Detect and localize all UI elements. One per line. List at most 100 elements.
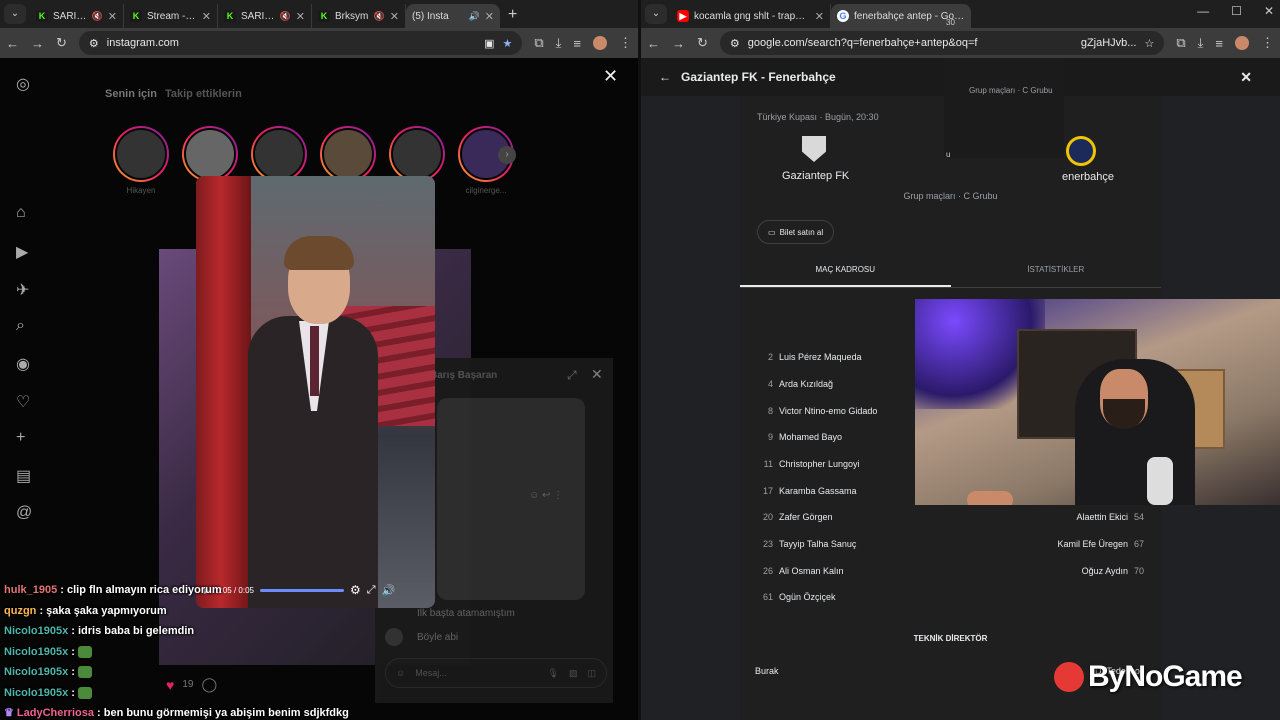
mute-icon[interactable]: 🔇 xyxy=(280,11,291,22)
story-item[interactable]: Hikayen xyxy=(113,126,169,195)
reload-icon[interactable]: ↻ xyxy=(56,35,67,51)
tab-youtube[interactable]: ▶ kocamla gng shlt - trapkiziii ft ✕ xyxy=(671,4,831,28)
story-avatar xyxy=(253,128,305,180)
address-bar[interactable]: ⚙ instagram.com ▣ ★ xyxy=(78,31,523,55)
competition-info: Türkiye Kupası · Bugün, 20:30 xyxy=(757,112,879,122)
bookmark-star-icon[interactable]: ☆ xyxy=(1144,37,1154,50)
tab-lineup[interactable]: MAÇ KADROSU xyxy=(740,256,951,287)
forward-icon[interactable]: → xyxy=(672,36,685,51)
dm-title: Barış Başaran xyxy=(430,370,498,381)
microphone-icon[interactable]: 🎙 xyxy=(548,668,559,679)
message-input[interactable]: ☺ Mesaj... 🎙 ▧ ◫ xyxy=(385,658,607,688)
expand-icon[interactable]: ⤢ xyxy=(567,368,577,383)
tab-following[interactable]: Takip ettiklerin xyxy=(165,88,242,100)
chat-message: ♛ LadyCherriosa : ben bunu görmemişi ya … xyxy=(4,707,349,719)
site-info-icon[interactable]: ⚙ xyxy=(89,37,99,50)
emote-icon xyxy=(77,645,92,658)
tab-4[interactable]: K Brksym 🔇 ✕ xyxy=(312,4,406,28)
profile-avatar[interactable] xyxy=(593,36,607,50)
away-lineup-row[interactable]: Kamil Efe Üregen 67 xyxy=(1057,539,1144,549)
tab-5-instagram[interactable]: ◎(5) Insta🔊✕ xyxy=(0,4,500,70)
close-chat-icon[interactable]: ✕ xyxy=(591,366,603,383)
image-icon[interactable]: ▧ xyxy=(569,668,578,679)
away-lineup-row[interactable]: Oğuz Aydın 70 xyxy=(1082,566,1144,576)
close-modal-icon[interactable]: ✕ xyxy=(603,66,618,87)
emote-icon xyxy=(77,686,92,699)
left-tab-strip: ⌄ KSARIFOV🔇✕ KStream - Kick✕ KSARIFOV🔇✕ … xyxy=(0,0,638,70)
forward-icon[interactable]: → xyxy=(31,36,44,51)
lineup-row[interactable]: 61 Ogün Özçiçek xyxy=(757,592,1144,602)
tab-search-button[interactable]: ⌄ xyxy=(4,4,26,24)
tab-2[interactable]: KStream - Kick✕ xyxy=(124,4,218,28)
search-icon[interactable]: ⌕ xyxy=(16,317,25,335)
address-bar[interactable]: ⚙ google.com/search?q=fenerbahçe+antep&o… xyxy=(719,31,1165,55)
chat-message: Nicolo1905x : idris baba bi gelemdin xyxy=(4,625,195,637)
media-icon[interactable]: ≡ xyxy=(573,36,581,51)
explore-icon[interactable]: ◉ xyxy=(16,354,30,374)
tab-search-button[interactable]: ⌄ xyxy=(645,4,667,24)
video-player[interactable]: ▶ 0:05 / 0:05 ⚙ ⤢ 🔊 xyxy=(196,176,435,608)
story-ring xyxy=(251,126,307,182)
tab-stats[interactable]: İSTATİSTİKLER xyxy=(951,256,1162,287)
profile-avatar[interactable] xyxy=(1235,36,1249,50)
story-next-button[interactable]: › xyxy=(498,146,516,164)
mute-icon[interactable]: 🔇 xyxy=(92,11,103,22)
close-tab-icon[interactable]: ✕ xyxy=(108,10,117,23)
minimize-icon[interactable]: — xyxy=(1197,4,1209,18)
extensions-icon[interactable]: ⧉ xyxy=(1176,35,1185,51)
back-arrow-icon[interactable]: ← xyxy=(659,70,671,84)
speaker-icon[interactable]: 🔊 xyxy=(469,11,480,22)
left-toolbar: ← → ↻ ⚙ instagram.com ▣ ★ ⧉ ⤓ ≡ ⋮ xyxy=(0,28,638,58)
reels-icon[interactable]: ▶ xyxy=(16,242,28,262)
home-team[interactable]: Gaziantep FK xyxy=(782,170,849,182)
extensions-icon[interactable]: ⧉ xyxy=(534,35,543,51)
maximize-icon[interactable]: ☐ xyxy=(1231,4,1242,18)
sticker-icon[interactable]: ◫ xyxy=(587,668,596,679)
close-window-icon[interactable]: ✕ xyxy=(1264,4,1274,18)
story-ring xyxy=(113,126,169,182)
away-team[interactable]: enerbahçe xyxy=(1062,171,1114,183)
threads-icon[interactable]: @ xyxy=(16,504,32,522)
autocomplete-popup: 30 Grup maçları · C Grubu u xyxy=(944,18,1064,159)
mute-icon[interactable]: 🔇 xyxy=(374,11,385,22)
home-icon[interactable]: ⌂ xyxy=(16,204,26,222)
home-coach[interactable]: Burak xyxy=(755,666,779,676)
back-icon[interactable]: ← xyxy=(6,36,19,51)
menu-icon[interactable]: ⋮ xyxy=(619,35,632,51)
close-tab-icon[interactable]: ✕ xyxy=(296,10,305,23)
tab-for-you[interactable]: Senin için xyxy=(105,88,157,100)
buy-ticket-button[interactable]: ▭ Bilet satın al xyxy=(757,220,835,244)
kick-icon: K xyxy=(36,10,48,22)
ticket-icon: ▭ xyxy=(768,227,776,237)
bookmark-star-icon[interactable]: ★ xyxy=(502,37,512,50)
menu-icon[interactable]: ⋮ xyxy=(1261,35,1274,51)
close-tab-icon[interactable]: ✕ xyxy=(390,10,399,23)
chat-message: Nicolo1905x : xyxy=(4,683,404,704)
close-tab-icon[interactable]: ✕ xyxy=(202,10,211,23)
site-info-icon[interactable]: ⚙ xyxy=(730,37,740,50)
away-lineup-row[interactable]: Alaettin Ekici 54 xyxy=(1076,512,1144,522)
new-tab-button[interactable]: + xyxy=(500,6,525,28)
instagram-logo-icon[interactable]: ◎ xyxy=(16,74,30,94)
direct-icon[interactable]: ✈ xyxy=(16,280,29,300)
media-icon[interactable]: ≡ xyxy=(1215,36,1223,51)
google-icon: G xyxy=(837,10,849,22)
close-tab-icon[interactable]: ✕ xyxy=(815,10,824,23)
back-icon[interactable]: ← xyxy=(647,36,660,51)
tab-3[interactable]: KSARIFOV🔇✕ xyxy=(218,4,312,28)
gaziantep-shield-icon xyxy=(802,136,826,162)
download-icon[interactable]: ⤓ xyxy=(1198,35,1204,51)
close-icon[interactable]: ✕ xyxy=(1240,69,1252,86)
reaction-icons[interactable]: ☺ ↩ ⋮ xyxy=(529,490,563,501)
dashboard-icon[interactable]: ▤ xyxy=(16,466,31,486)
notifications-heart-icon[interactable]: ♡ xyxy=(16,392,30,412)
cast-icon[interactable]: ▣ xyxy=(484,37,494,50)
video-tie xyxy=(310,326,319,396)
google-match-page: ← Gaziantep FK - Fenerbahçe ✕ Türkiye Ku… xyxy=(641,18,1280,720)
close-tab-icon[interactable]: ✕ xyxy=(485,10,494,23)
reload-icon[interactable]: ↻ xyxy=(697,35,708,51)
tab-1[interactable]: KSARIFOV🔇✕ xyxy=(30,4,124,28)
create-plus-icon[interactable]: + xyxy=(16,429,25,447)
video-hair xyxy=(284,236,354,270)
download-icon[interactable]: ⤓ xyxy=(556,35,562,51)
